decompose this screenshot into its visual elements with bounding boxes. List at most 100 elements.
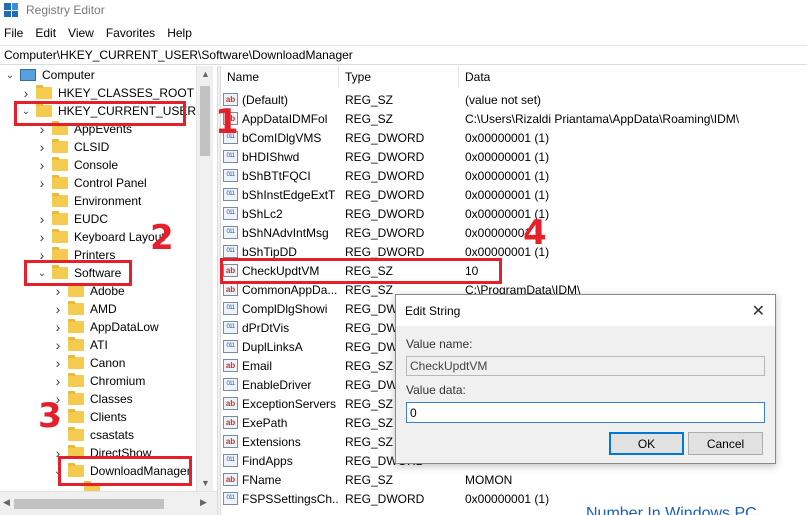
chevron-right-icon[interactable]: › — [36, 175, 48, 191]
binary-value-icon: 011 — [223, 245, 238, 258]
column-header-data[interactable]: Data — [459, 66, 807, 88]
binary-value-icon: 011 — [223, 169, 238, 182]
value-name-cell: 011 bComIDlgVMS — [221, 131, 339, 145]
tree-vertical-scrollbar[interactable]: ▲ ▼ — [196, 66, 213, 491]
tree-item[interactable]: › ATI — [52, 336, 108, 354]
value-data: (value not set) — [465, 92, 542, 107]
tree-item[interactable]: › Control Panel — [36, 174, 147, 192]
highlight-downloadmanager — [58, 456, 192, 486]
value-data: 0x00000001 (1) — [465, 244, 550, 259]
value-data: 0x00000001 (1) — [465, 491, 550, 506]
value-data: 0x00000001 (1) — [465, 206, 550, 221]
tree-horizontal-scrollbar[interactable]: ◀ ▶ — [0, 491, 217, 515]
column-header-name[interactable]: Name — [221, 66, 339, 88]
value-name-cell: 011 bShBTtFQCI — [221, 169, 339, 183]
value-name-cell: 011 dPrDtVis — [221, 321, 339, 335]
folder-icon — [68, 427, 84, 441]
folder-icon — [52, 139, 68, 153]
chevron-right-icon[interactable]: › — [52, 301, 64, 317]
table-row[interactable]: 011 bHDIShwd REG_DWORD 0x00000001 (1) — [221, 147, 807, 166]
tree-item[interactable]: › CLSID — [36, 138, 109, 156]
menu-favorites[interactable]: Favorites — [106, 26, 155, 40]
chevron-right-icon[interactable]: › — [36, 157, 48, 173]
string-value-icon: ab — [223, 283, 238, 296]
menu-view[interactable]: View — [68, 26, 94, 40]
menu-bar: File Edit View Favorites Help — [0, 24, 204, 42]
table-row[interactable]: ab (Default) REG_SZ (value not set) — [221, 90, 807, 109]
close-icon[interactable]: ✕ — [752, 301, 765, 321]
cancel-button[interactable]: Cancel — [688, 432, 763, 455]
scroll-thumb-horizontal[interactable] — [14, 499, 164, 509]
tree-item[interactable]: › AppDataLow — [52, 318, 159, 336]
value-data-input[interactable] — [406, 402, 765, 423]
scroll-thumb[interactable] — [200, 86, 210, 156]
folder-icon — [68, 301, 84, 315]
binary-value-icon: 011 — [223, 207, 238, 220]
scroll-left-icon[interactable]: ◀ — [3, 497, 10, 508]
watermark-text: Number In Windows PC — [586, 505, 757, 515]
value-name-cell: 011 ComplDlgShowi — [221, 302, 339, 316]
table-row[interactable]: 011 bShBTtFQCI REG_DWORD 0x00000001 (1) — [221, 166, 807, 185]
tree-item[interactable]: › Keyboard Layout — [36, 228, 165, 246]
address-bar[interactable]: Computer\HKEY_CURRENT_USER\Software\Down… — [0, 45, 807, 65]
binary-value-icon: 011 — [223, 378, 238, 391]
tree-item[interactable]: › HKEY_CLASSES_ROOT — [20, 84, 194, 102]
table-row[interactable]: 011 bShInstEdgeExtT REG_DWORD 0x00000001 (1… — [221, 185, 807, 204]
chevron-right-icon[interactable]: › — [36, 211, 48, 227]
chevron-right-icon[interactable]: › — [36, 229, 48, 245]
folder-icon — [68, 337, 84, 351]
chevron-right-icon[interactable]: › — [20, 85, 32, 101]
value-name: bComIDlgVMS — [242, 130, 322, 145]
tree-item-label: CLSID — [74, 140, 110, 154]
dialog-title: Edit String — [405, 303, 461, 318]
value-name: CommonAppDa... — [242, 282, 338, 297]
tree-item[interactable]: ⌄ Computer — [4, 66, 95, 84]
tree-item[interactable]: › Clients — [52, 408, 127, 426]
tree-item-label: ATI — [90, 338, 108, 352]
value-data: 0x00000001 (1) — [465, 168, 550, 183]
ok-button[interactable]: OK — [609, 432, 684, 455]
tree-item[interactable]: › Classes — [52, 390, 133, 408]
value-name: Email — [242, 358, 273, 373]
value-name: EnableDriver — [242, 377, 312, 392]
step-number-4: 4 — [523, 213, 547, 253]
value-data: 0x00000001 (1) — [465, 149, 550, 164]
table-row[interactable]: 011 bShNAdvIntMsg REG_DWORD 0x00000001 — [221, 223, 807, 242]
table-row[interactable]: 011 bShLc2 REG_DWORD 0x00000001 (1) — [221, 204, 807, 223]
value-name-cell: 011 bHDIShwd — [221, 150, 339, 164]
chevron-right-icon[interactable]: › — [52, 355, 64, 371]
tree-item-label: Console — [74, 158, 119, 172]
tree-item[interactable]: › AMD — [52, 300, 117, 318]
tree-item[interactable]: csastats — [52, 426, 134, 444]
menu-help[interactable]: Help — [167, 26, 192, 40]
folder-icon — [52, 229, 68, 243]
table-row[interactable]: ab AppDataIDMFol REG_SZ C:\Users\Rizaldi Pr… — [221, 109, 807, 128]
tree-item[interactable]: › Canon — [52, 354, 125, 372]
menu-edit[interactable]: Edit — [35, 26, 56, 40]
chevron-right-icon[interactable]: › — [36, 139, 48, 155]
binary-value-icon: 011 — [223, 226, 238, 239]
scroll-up-icon[interactable]: ▲ — [201, 69, 210, 79]
tree-item[interactable]: › Console — [36, 156, 118, 174]
table-row[interactable]: 011 bComIDlgVMS REG_DWORD 0x00000001 (1) — [221, 128, 807, 147]
value-type: REG_DWORD — [345, 130, 425, 145]
chevron-right-icon[interactable]: › — [52, 373, 64, 389]
menu-file[interactable]: File — [4, 26, 23, 40]
chevron-right-icon[interactable]: › — [52, 319, 64, 335]
tree-item[interactable]: › Chromium — [52, 372, 145, 390]
column-header-type[interactable]: Type — [339, 66, 459, 88]
value-type: REG_DWORD — [345, 491, 425, 506]
chevron-down-icon[interactable]: ⌄ — [4, 69, 16, 81]
chevron-right-icon[interactable]: › — [52, 337, 64, 353]
chevron-right-icon[interactable]: › — [52, 283, 64, 299]
folder-icon — [52, 211, 68, 225]
value-name: DuplLinksA — [242, 339, 303, 354]
table-row[interactable]: ab FName REG_SZ MOMON — [221, 470, 807, 489]
scroll-down-icon[interactable]: ▼ — [201, 478, 210, 488]
tree-item[interactable]: › EUDC — [36, 210, 108, 228]
scroll-right-icon[interactable]: ▶ — [200, 497, 207, 508]
step-number-3: 3 — [38, 396, 62, 436]
tree-item-label: Chromium — [90, 374, 146, 388]
value-name: ComplDlgShowi — [242, 301, 328, 316]
tree-item[interactable]: Environment — [36, 192, 141, 210]
